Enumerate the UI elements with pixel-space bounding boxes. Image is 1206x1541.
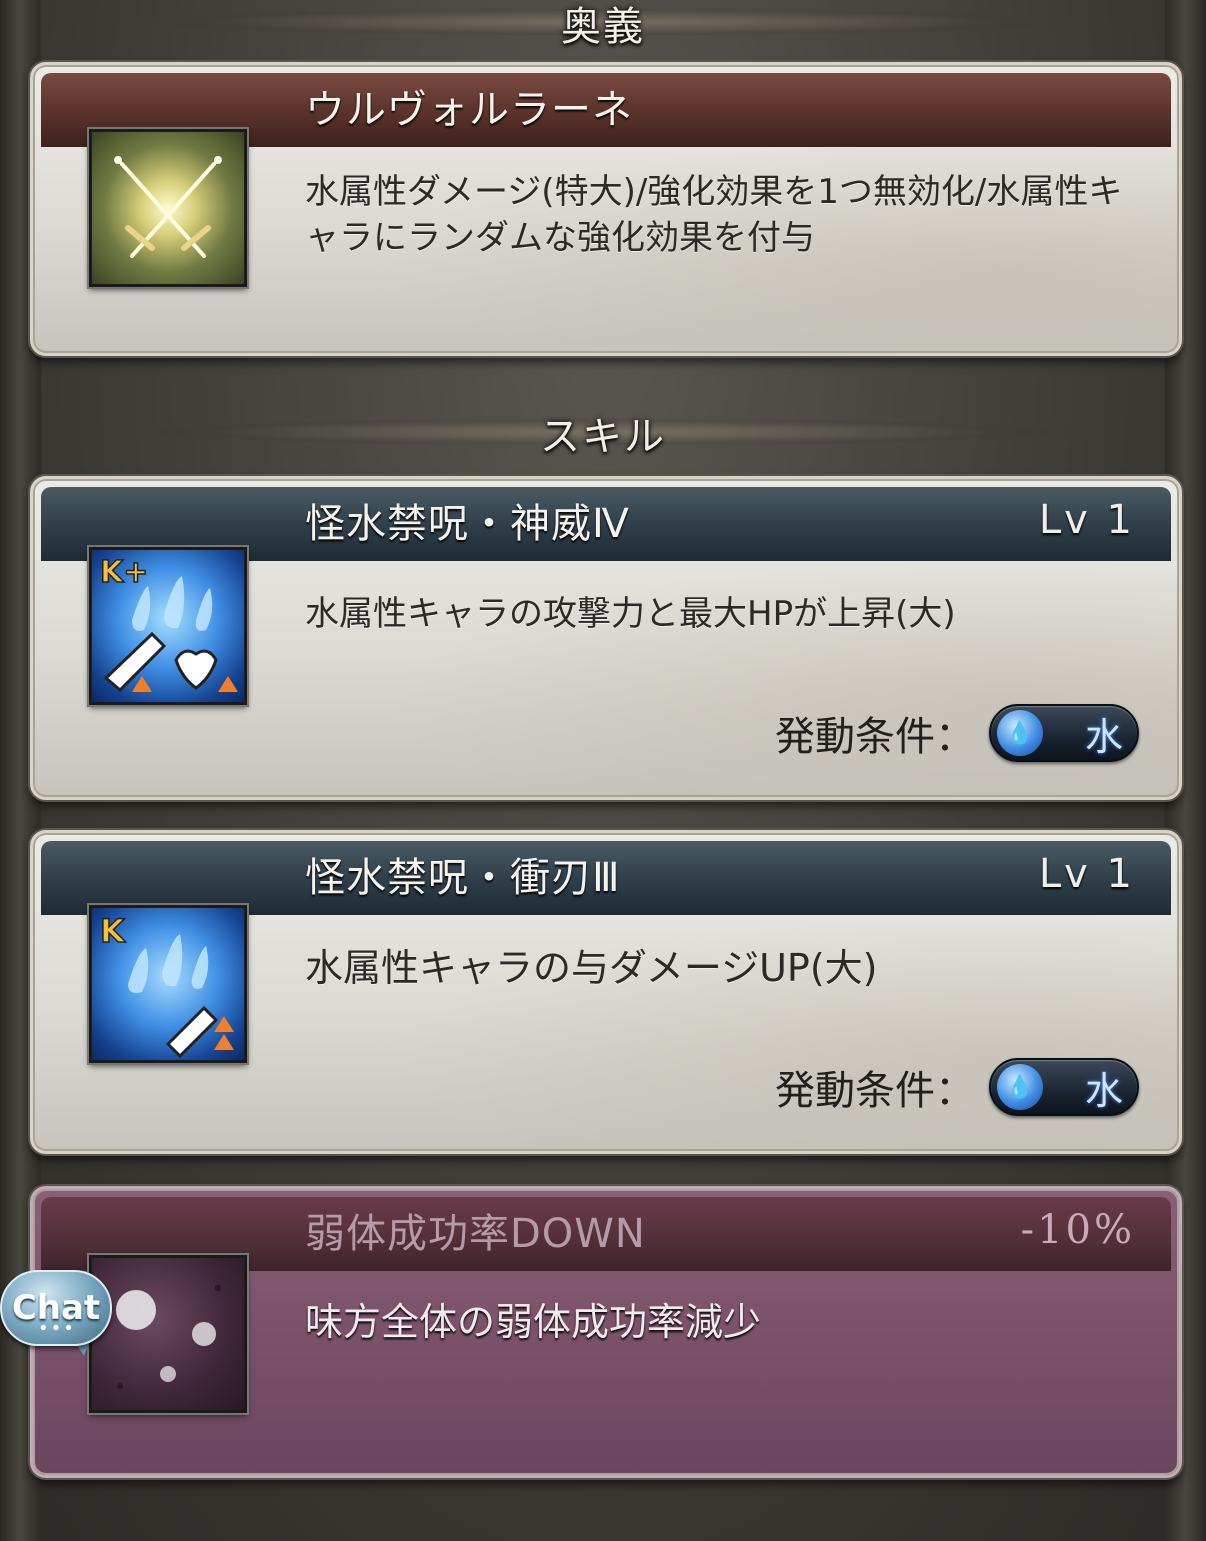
skill-card-1[interactable]: 怪水禁呪・神威Ⅳ Lv 1 K+ 水属性キャラの攻撃力と最大HPが上昇(大) 発…: [30, 476, 1182, 800]
skill-1-condition-element: 水: [1084, 714, 1123, 759]
debuff-description: 味方全体の弱体成功率減少: [305, 1300, 762, 1344]
skill-2-condition-label: 発動条件：: [775, 1068, 975, 1114]
water-element-pill: 💧 水: [989, 1058, 1139, 1116]
ougi-description: 水属性ダメージ(特大)/強化効果を1つ無効化/水属性キャラにランダムな強化効果を…: [305, 172, 1123, 258]
water-attack-hp-up-icon: K+: [89, 547, 247, 705]
water-drop-icon: 💧: [997, 1064, 1043, 1110]
skill-2-badge: K: [100, 912, 126, 950]
ougi-card[interactable]: ウルヴォルラーネ 水属性ダメージ(特大)/強化効果を1つ無効化/水属性キャラにラ…: [30, 62, 1182, 356]
section-header-ougi: 奥義: [0, 0, 1206, 50]
skill-1-description: 水属性キャラの攻撃力と最大HPが上昇(大): [305, 594, 956, 634]
chat-button[interactable]: Chat •••: [0, 1270, 112, 1360]
skill-2-level: Lv 1: [1038, 851, 1135, 897]
debuff-card[interactable]: 弱体成功率DOWN -10% 味方全体の弱体成功率減少: [30, 1186, 1182, 1478]
crossed-swords-icon: [89, 129, 247, 287]
water-element-pill: 💧 水: [989, 704, 1139, 762]
section-header-skill: スキル: [0, 404, 1206, 460]
debuff-orbs-icon: [89, 1255, 247, 1413]
debuff-name: 弱体成功率DOWN: [305, 1211, 646, 1257]
debuff-value: -10%: [1020, 1207, 1135, 1253]
section-header-skill-label: スキル: [540, 414, 666, 460]
chat-dots: •••: [38, 1318, 76, 1339]
skill-1-name: 怪水禁呪・神威Ⅳ: [305, 501, 630, 547]
skill-2-condition: 発動条件： 💧 水: [775, 1057, 1139, 1117]
ougi-name: ウルヴォルラーネ: [305, 87, 633, 133]
water-damage-up-icon: K: [89, 905, 247, 1063]
skill-card-2[interactable]: 怪水禁呪・衝刃Ⅲ Lv 1 K 水属性キャラの与ダメージUP(大) 発動条件： …: [30, 830, 1182, 1154]
skill-2-name: 怪水禁呪・衝刃Ⅲ: [305, 855, 621, 901]
skill-1-condition-label: 発動条件：: [775, 714, 975, 760]
skill-2-description: 水属性キャラの与ダメージUP(大): [305, 946, 878, 990]
skill-2-condition-element: 水: [1084, 1068, 1123, 1113]
skill-1-badge: K+: [100, 555, 148, 590]
section-header-ougi-label: 奥義: [561, 4, 645, 50]
skill-1-level: Lv 1: [1038, 497, 1135, 543]
water-drop-icon: 💧: [997, 710, 1043, 756]
skill-1-condition: 発動条件： 💧 水: [775, 703, 1139, 763]
